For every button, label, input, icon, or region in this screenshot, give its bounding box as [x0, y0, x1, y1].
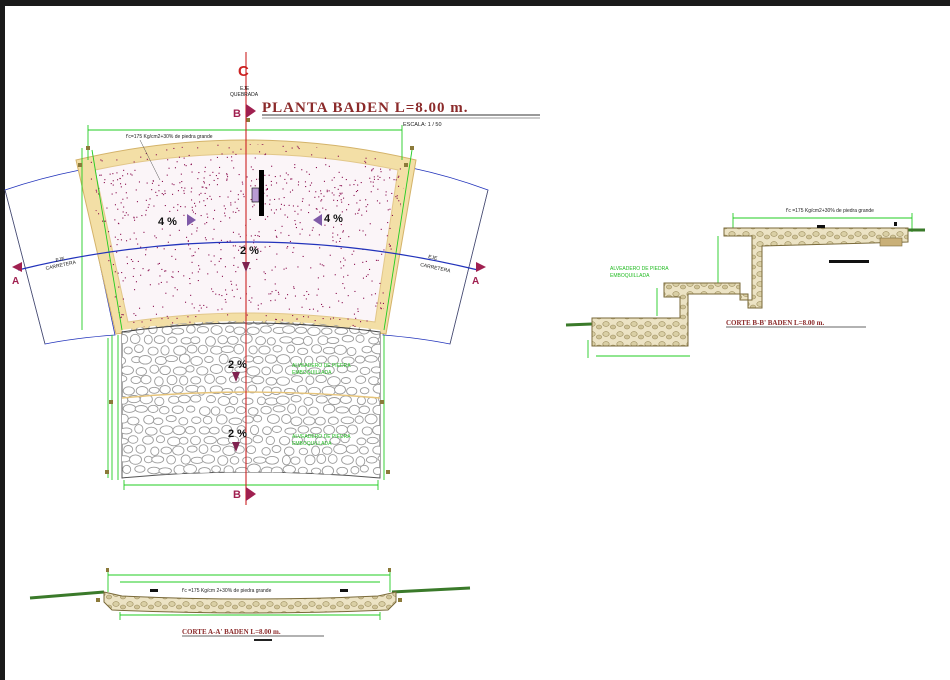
road-axis-label-right-1: EJE: [428, 254, 439, 262]
masonry-note-2b: EMBOQUILLADA: [292, 441, 332, 447]
section-aa-concrete-note: f'c =175 Kg/cm 2+30% de piedra grande: [182, 588, 272, 594]
cut-label-left: A: [12, 276, 19, 287]
slope-lower-label-2: 2 %: [228, 428, 247, 440]
cut-label-bottom: B: [233, 489, 241, 501]
masonry-note-2a: ALVEADERO DE PIEDRA: [292, 434, 351, 440]
annotation-layer: PLANTA BADEN L=8.00 m. ESCALA: 1 / 50 C …: [12, 63, 874, 641]
section-bb-concrete-note: f'c =175 Kg/cm2+30% de piedra grande: [786, 208, 874, 214]
plan-scale: ESCALA: 1 / 50: [403, 122, 442, 128]
section-bb-title: CORTE B-B' BADEN L=8.00 m.: [726, 319, 825, 327]
masonry-note-1a: ALVEADERO DE PIEDRA: [292, 363, 351, 369]
axis-label-2: QUEBRADA: [230, 92, 259, 98]
drawing-sheet: PLANTA BADEN L=8.00 m. ESCALA: 1 / 50 C …: [0, 0, 950, 680]
masonry-note-1b: EMBOQUILLADA: [292, 370, 332, 376]
slope-left-label: 4 %: [158, 216, 177, 228]
slope-lower-label-1: 2 %: [228, 359, 247, 371]
plan-concrete-note: f'c=175 Kg/cm2+30% de piedra grande: [126, 134, 213, 140]
plan-title: PLANTA BADEN L=8.00 m.: [262, 100, 469, 116]
slope-right-label: 4 %: [324, 213, 343, 225]
cut-label-right: A: [472, 276, 479, 287]
section-bb-masonry-note-a: ALVEADERO DE PIEDRA: [610, 266, 669, 272]
cut-label-top: B: [233, 108, 241, 120]
section-bb-masonry-note-b: EMBOQUILLADA: [610, 273, 650, 279]
axis-letter: C: [238, 63, 249, 80]
section-aa-title: CORTE A-A' BADEN L=8.00 m.: [182, 628, 281, 636]
road-axis-label-right-2: CARRETERA: [420, 262, 452, 274]
slope-center-label: 2 %: [240, 245, 259, 257]
